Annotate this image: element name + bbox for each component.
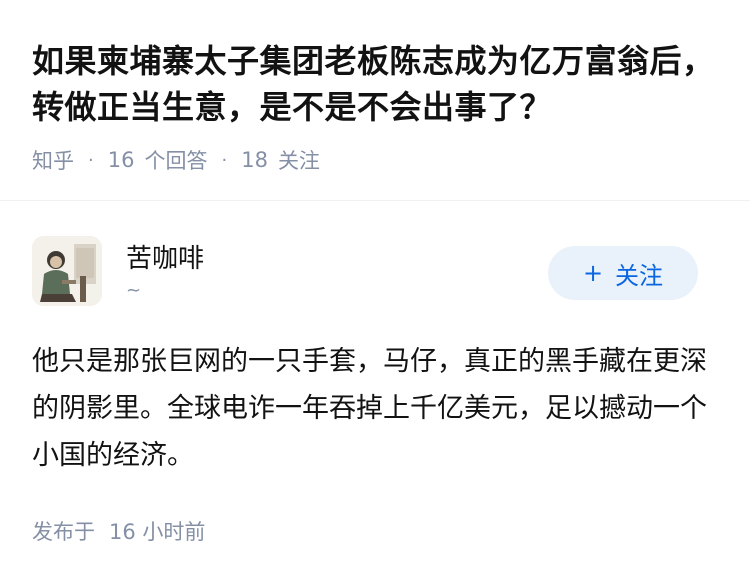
separator-dot: · bbox=[221, 149, 228, 171]
section-divider bbox=[0, 200, 750, 201]
separator-dot: · bbox=[88, 149, 94, 171]
avatar[interactable] bbox=[32, 236, 102, 306]
followers-count: 18 bbox=[241, 148, 268, 172]
answer-content: 他只是那张巨网的一只手套，马仔，真正的黑手藏在更深的阴影里。全球电诈一年吞掉上千… bbox=[32, 338, 722, 479]
published-label: 发布于 bbox=[32, 520, 95, 544]
published-time: 16 小时前 bbox=[109, 520, 206, 544]
plus-icon: + bbox=[582, 259, 604, 287]
follow-button[interactable]: + 关注 bbox=[548, 246, 698, 300]
question-title[interactable]: 如果柬埔寨太子集团老板陈志成为亿万富翁后，转做正当生意，是不是不会出事了？ bbox=[32, 38, 722, 130]
author-card: 苦咖啡 ~ + 关注 bbox=[32, 236, 722, 308]
author-subtitle: ~ bbox=[126, 280, 142, 301]
avatar-illustration-icon bbox=[32, 236, 102, 306]
follow-button-label: 关注 bbox=[615, 261, 664, 290]
author-name[interactable]: 苦咖啡 bbox=[126, 238, 204, 275]
followers-label[interactable]: 关注 bbox=[278, 145, 320, 175]
answer-text: 他只是那张巨网的一只手套，马仔，真正的黑手藏在更深的阴影里。全球电诈一年吞掉上千… bbox=[32, 346, 707, 471]
source-label[interactable]: 知乎 bbox=[32, 145, 74, 175]
question-meta: 知乎 · 16 个回答 · 18 关注 bbox=[32, 144, 320, 176]
answers-label[interactable]: 个回答 bbox=[144, 145, 207, 175]
publish-info: 发布于 16 小时前 bbox=[32, 516, 205, 546]
answers-count: 16 bbox=[107, 148, 135, 172]
